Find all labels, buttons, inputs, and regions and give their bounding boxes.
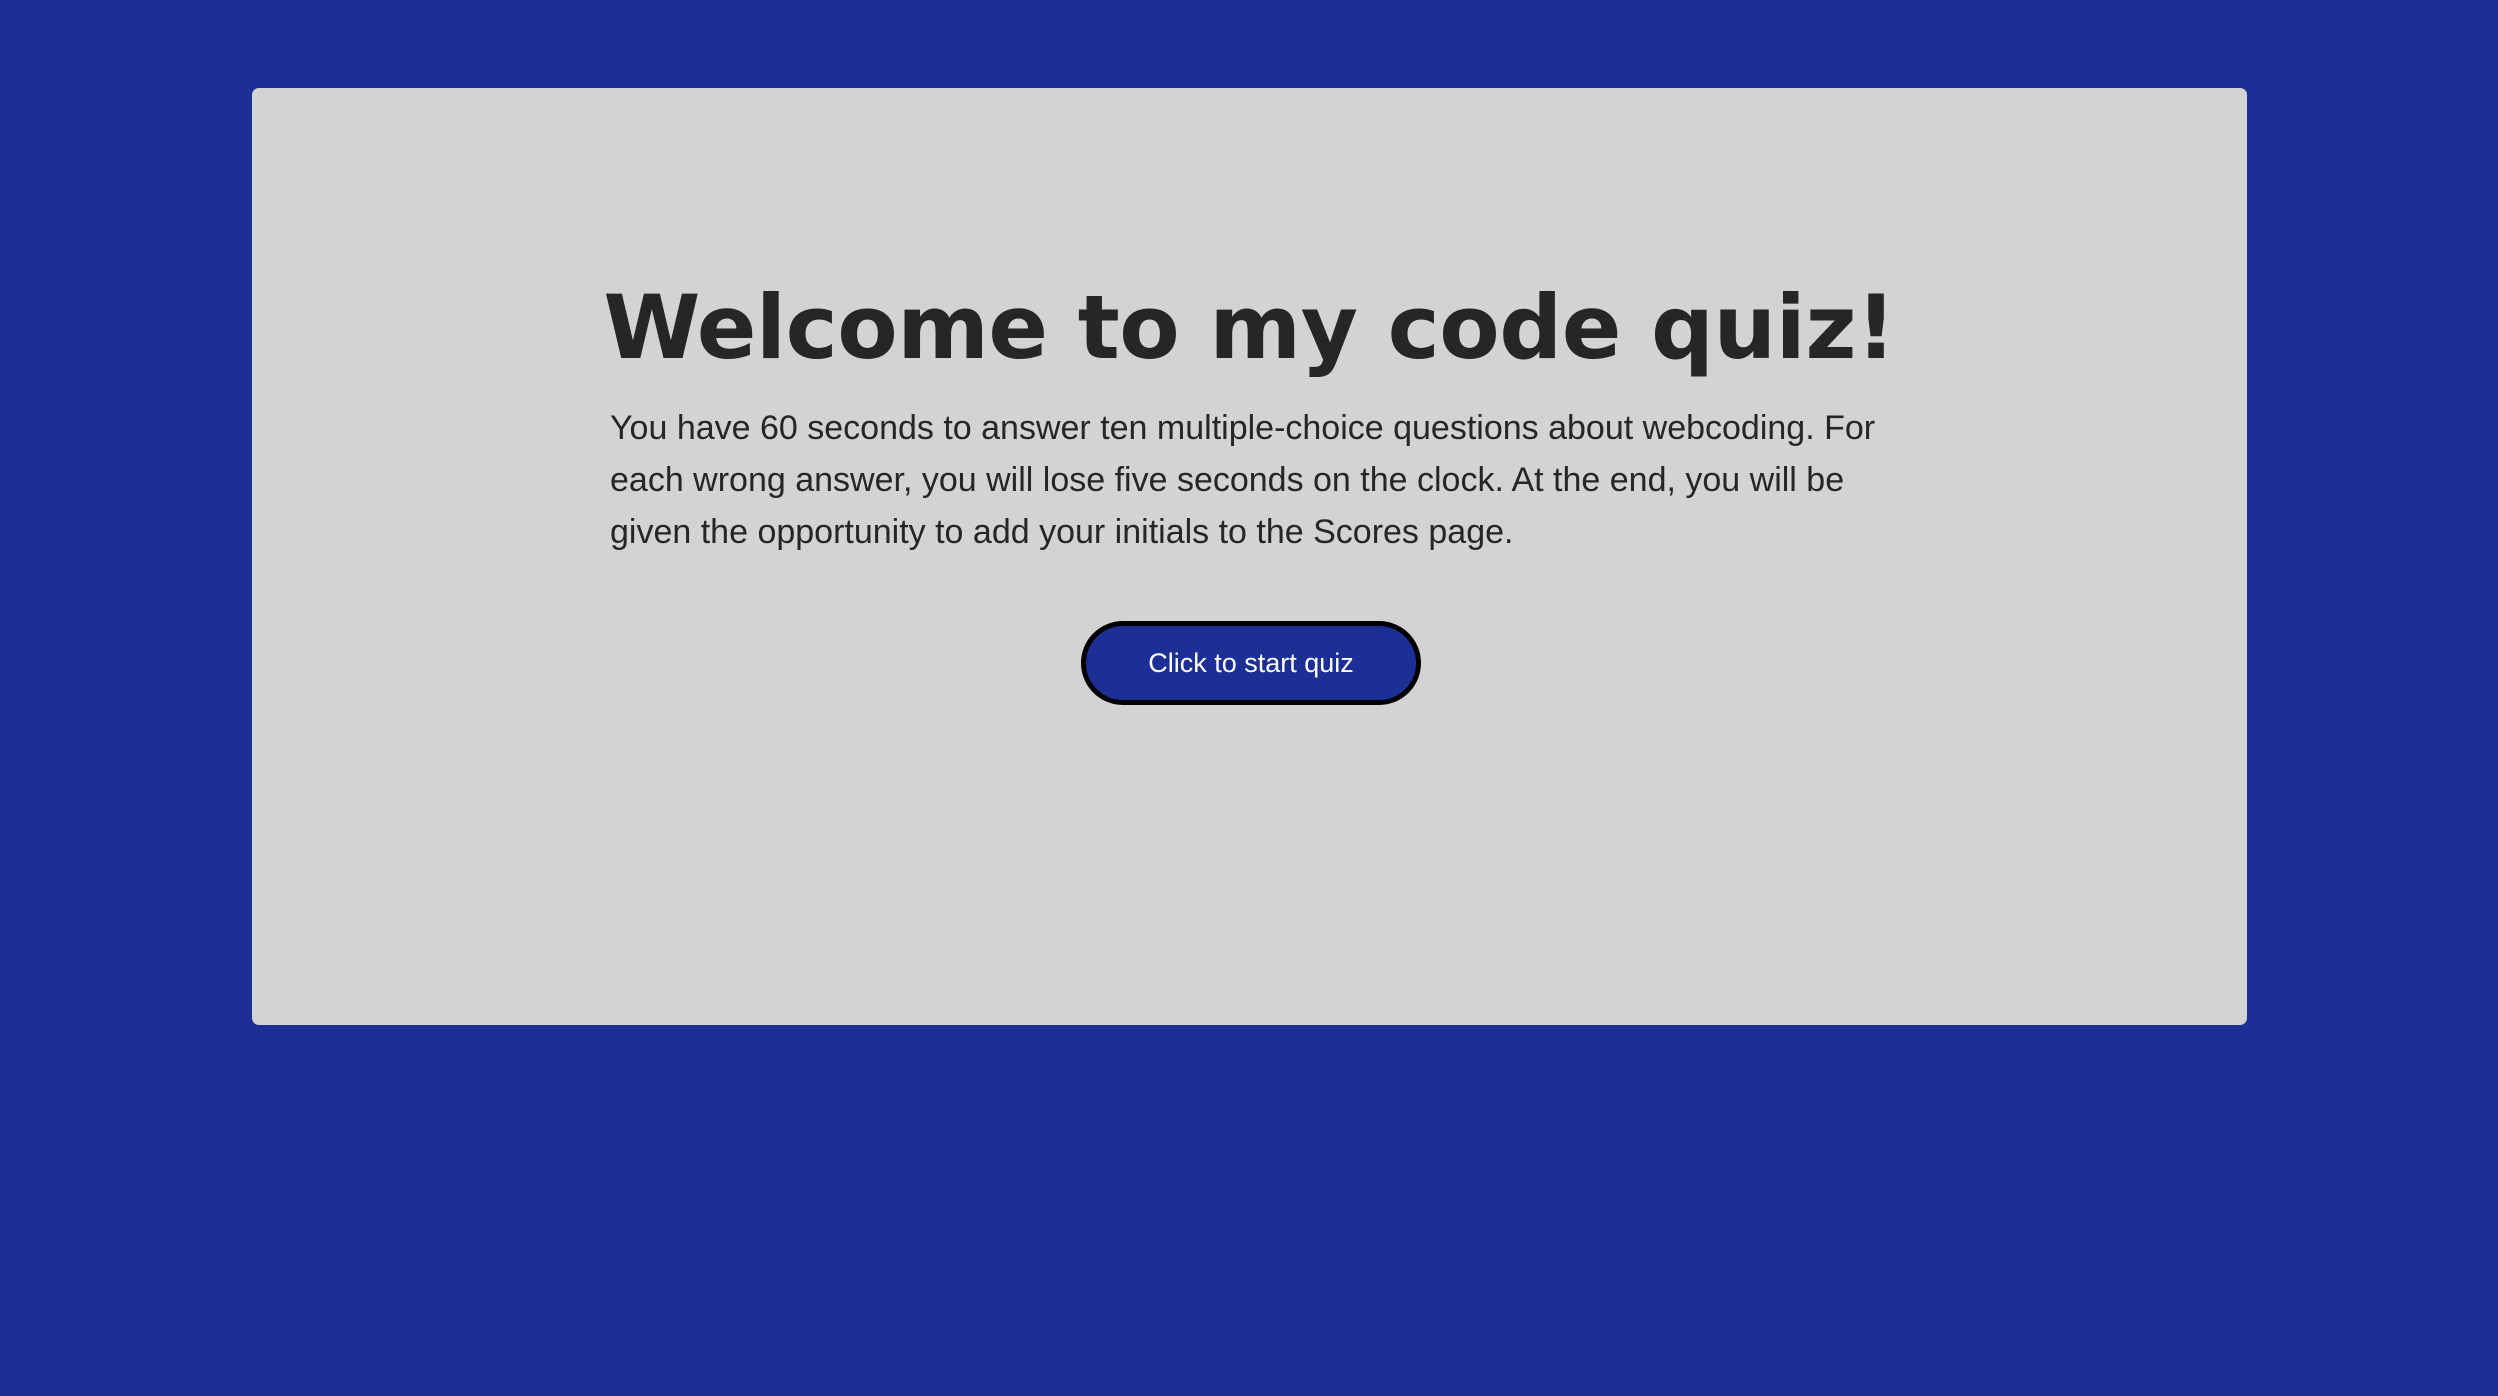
quiz-instructions: You have 60 seconds to answer ten multip… bbox=[610, 409, 1876, 551]
page-title: Welcome to my code quiz! bbox=[603, 276, 1896, 379]
start-quiz-button[interactable]: Click to start quiz bbox=[1081, 621, 1421, 705]
quiz-intro-card: Welcome to my code quiz! You have 60 sec… bbox=[252, 88, 2247, 1025]
